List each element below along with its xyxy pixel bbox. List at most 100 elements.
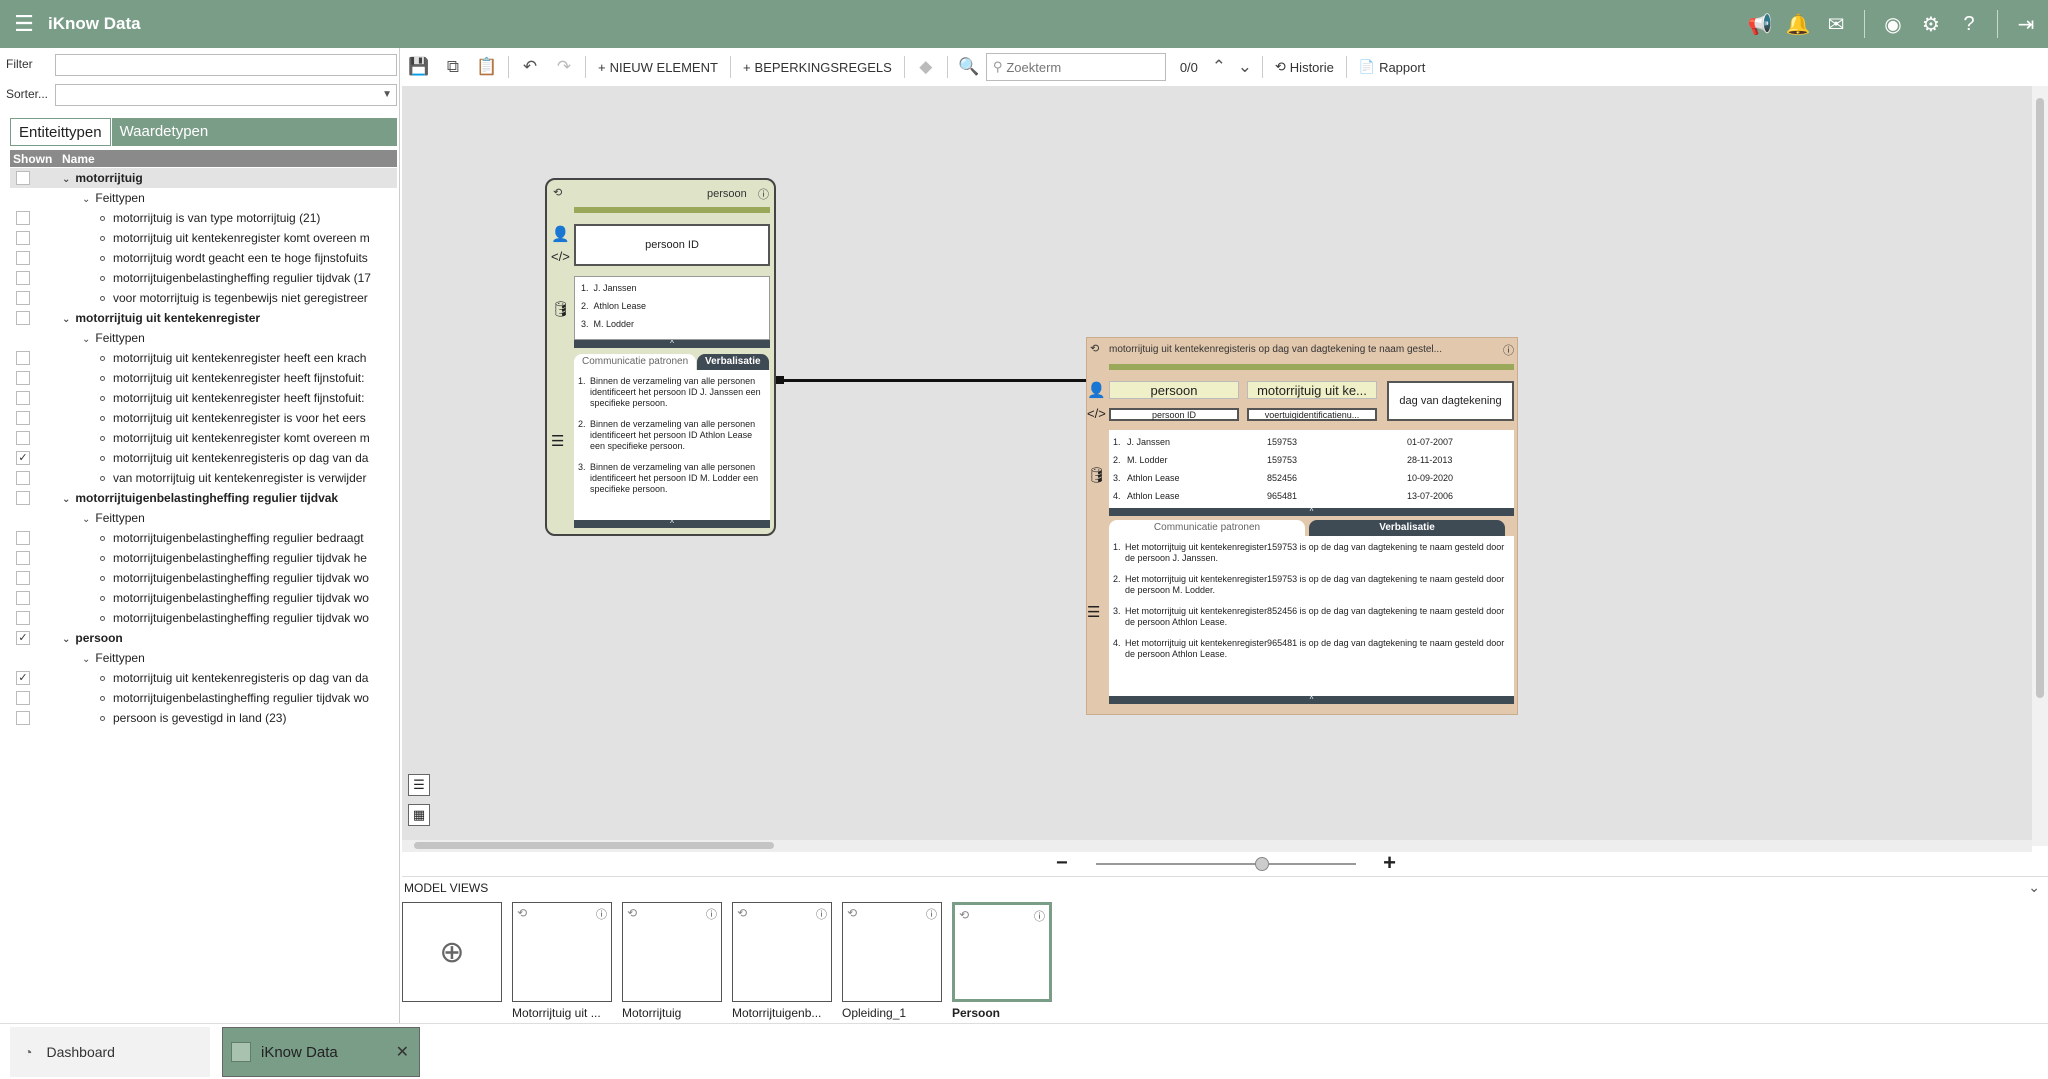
chevron-down-icon[interactable]: ⌄ [82, 194, 90, 205]
tree-fact-row[interactable]: persoon is gevestigd in land (23) [10, 708, 397, 728]
shown-checkbox[interactable] [16, 471, 30, 485]
tab-communication-patterns[interactable]: Communicatie patronen [574, 354, 697, 370]
tree-fact-row[interactable]: ✓ motorrijtuig uit kentekenregisteris op … [10, 448, 397, 468]
model-view-thumbnail[interactable]: ⟲ ⓘ [512, 902, 612, 1002]
tree-fact-row[interactable]: van motorrijtuig uit kentekenregister is… [10, 468, 397, 488]
gear-icon[interactable]: ⚙ [1917, 10, 1945, 38]
tree-entity-row[interactable]: ⌄ motorrijtuigenbelastingheffing regulier… [10, 488, 397, 508]
shown-checkbox[interactable] [16, 411, 30, 425]
entity-card-persoon[interactable]: ⟲ persoon ⓘ 👤 </> persoon ID 🛢 1. J. Jan… [545, 178, 776, 536]
undo-icon[interactable]: ↶ [513, 52, 547, 82]
role-box-2[interactable]: motorrijtuig uit ke... [1247, 381, 1377, 399]
tab-value-types[interactable]: Waardetypen [110, 118, 217, 146]
tree-fact-row[interactable]: motorrijtuig is van type motorrijtuig (2… [10, 208, 397, 228]
zoom-slider[interactable] [1096, 863, 1356, 865]
model-view-label[interactable]: Persoon [952, 1006, 1052, 1020]
chevron-down-icon[interactable]: ⌄ [62, 174, 70, 185]
tree-fact-row[interactable]: ✓ motorrijtuig uit kentekenregisteris op … [10, 668, 397, 688]
announcement-icon[interactable]: 📢 [1746, 10, 1774, 38]
model-views-header[interactable]: MODEL VIEWS ⌄ [402, 876, 2048, 898]
account-icon[interactable]: ◉ [1879, 10, 1907, 38]
tab-verbalisation[interactable]: Verbalisatie [1309, 520, 1505, 536]
constraints-button[interactable]: + BEPERKINGSREGELS [735, 52, 900, 82]
chevron-down-icon[interactable]: ⌄ [2028, 879, 2040, 896]
tree-group-row[interactable]: ⌄ Feittypen [10, 188, 397, 208]
copy-icon[interactable]: ⧉ [436, 52, 470, 82]
shown-checkbox[interactable] [16, 691, 30, 705]
info-icon[interactable]: ⓘ [816, 906, 827, 922]
filter-input[interactable] [55, 54, 397, 76]
collapse-bar[interactable]: ^ [574, 340, 770, 348]
new-element-button[interactable]: + NIEUW ELEMENT [590, 52, 726, 82]
shown-checkbox[interactable] [16, 211, 30, 225]
history-button[interactable]: ⟲ Historie [1267, 52, 1342, 82]
map-icon[interactable]: ▦ [408, 804, 430, 826]
shown-checkbox[interactable] [16, 611, 30, 625]
model-view-thumbnail[interactable]: ⟲ ⓘ [622, 902, 722, 1002]
info-icon[interactable]: ⓘ [1034, 908, 1045, 924]
tree-group-row[interactable]: ⌄ Feittypen [10, 328, 397, 348]
chevron-down-icon[interactable]: ⌄ [62, 314, 70, 325]
redo-icon[interactable]: ↷ [547, 52, 581, 82]
paint-bucket-icon[interactable]: ◆ [909, 52, 943, 82]
shown-checkbox[interactable] [16, 271, 30, 285]
identifier-box[interactable]: persoon ID [574, 224, 770, 266]
shown-checkbox[interactable] [16, 311, 30, 325]
collapse-bar[interactable]: ^ [1109, 508, 1514, 516]
tree-fact-row[interactable]: motorrijtuig uit kentekenregister heeft … [10, 368, 397, 388]
bell-icon[interactable]: 🔔 [1784, 10, 1812, 38]
tree-fact-row[interactable]: motorrijtuigenbelastingheffing regulier … [10, 688, 397, 708]
collapse-bar[interactable]: ^ [1109, 696, 1514, 704]
shown-checkbox[interactable]: ✓ [16, 671, 30, 685]
zoom-slider-handle[interactable] [1255, 857, 1270, 871]
vertical-scrollbar[interactable] [2032, 86, 2048, 846]
paste-icon[interactable]: 📋 [470, 52, 504, 82]
search-input[interactable] [1006, 59, 1157, 75]
report-button[interactable]: 📄 Rapport [1351, 52, 1433, 82]
zoom-out-button[interactable]: − [1056, 852, 1068, 875]
chevron-down-icon[interactable]: ⌄ [82, 654, 90, 665]
model-view-thumbnail[interactable]: ⟲ ⓘ [952, 902, 1052, 1002]
tab-verbalisation[interactable]: Verbalisatie [697, 354, 769, 370]
tab-entity-types[interactable]: Entiteittypen [10, 118, 111, 146]
tree-fact-row[interactable]: motorrijtuig uit kentekenregister heeft … [10, 388, 397, 408]
add-model-view-button[interactable]: ⊕ [402, 902, 502, 1002]
tree-fact-row[interactable]: motorrijtuigenbelastingheffing regulier … [10, 588, 397, 608]
tree-fact-row[interactable]: motorrijtuig uit kentekenregister komt o… [10, 228, 397, 248]
tree-fact-row[interactable]: motorrijtuig uit kentekenregister heeft … [10, 348, 397, 368]
collapse-bar[interactable]: ^ [574, 520, 770, 528]
tree-fact-row[interactable]: motorrijtuig wordt geacht een te hoge fi… [10, 248, 397, 268]
tree-group-row[interactable]: ⌄ Feittypen [10, 648, 397, 668]
chevron-down-icon[interactable]: ⌄ [1232, 52, 1258, 82]
chevron-down-icon[interactable]: ⌄ [62, 494, 70, 505]
zoom-search-icon[interactable]: 🔍 [952, 52, 986, 82]
shown-checkbox[interactable] [16, 291, 30, 305]
chevron-down-icon[interactable]: ⌄ [82, 334, 90, 345]
shown-checkbox[interactable] [16, 231, 30, 245]
shown-checkbox[interactable] [16, 171, 30, 185]
model-view-label[interactable]: Opleiding_1 [842, 1006, 942, 1020]
shown-checkbox[interactable] [16, 571, 30, 585]
horizontal-scrollbar[interactable] [402, 840, 2032, 852]
model-view-thumbnail[interactable]: ⟲ ⓘ [842, 902, 942, 1002]
tree-fact-row[interactable]: motorrijtuigenbelastingheffing regulier … [10, 548, 397, 568]
shown-checkbox[interactable]: ✓ [16, 451, 30, 465]
shown-checkbox[interactable] [16, 491, 30, 505]
help-icon[interactable]: ? [1955, 10, 1983, 38]
role-box-1[interactable]: persoon [1109, 381, 1239, 399]
info-icon[interactable]: ⓘ [926, 906, 937, 922]
chevron-down-icon[interactable]: ⌄ [82, 514, 90, 525]
mail-icon[interactable]: ✉ [1822, 10, 1850, 38]
shown-checkbox[interactable] [16, 391, 30, 405]
info-icon[interactable]: ⓘ [1503, 342, 1514, 358]
scroll-thumb[interactable] [414, 842, 774, 849]
info-icon[interactable]: ⓘ [706, 906, 717, 922]
shown-checkbox[interactable] [16, 551, 30, 565]
zoom-in-button[interactable]: + [1383, 850, 1396, 876]
tree-fact-row[interactable]: motorrijtuig uit kentekenregister komt o… [10, 428, 397, 448]
menu-icon[interactable]: ☰ [0, 0, 48, 48]
tree-group-row[interactable]: ⌄ Feittypen [10, 508, 397, 528]
logout-icon[interactable]: ⇥ [2012, 10, 2040, 38]
tab-iknow-data[interactable]: iKnow Data ✕ [222, 1027, 420, 1077]
tree-fact-row[interactable]: motorrijtuig uit kentekenregister is voo… [10, 408, 397, 428]
